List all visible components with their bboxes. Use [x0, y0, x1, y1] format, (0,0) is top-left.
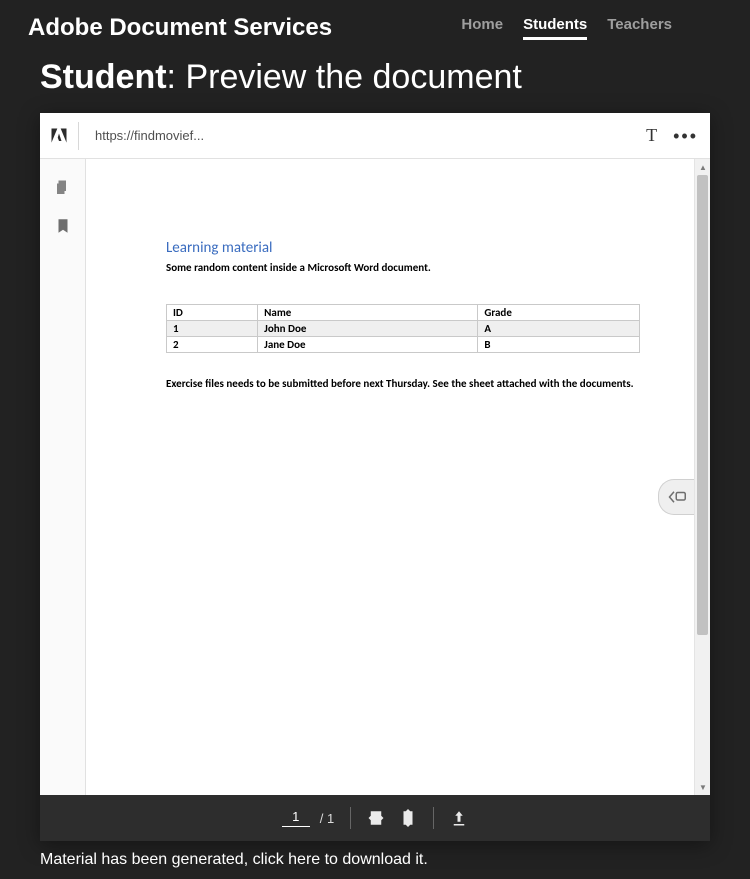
nav-teachers[interactable]: Teachers [607, 16, 672, 40]
doc-footer-text: Exercise files needs to be submitted bef… [166, 375, 640, 393]
document-url: https://findmovief... [95, 128, 204, 143]
table-cell: Jane Doe [258, 337, 478, 353]
nav-home[interactable]: Home [461, 16, 503, 40]
table-row: 2 Jane Doe B [167, 337, 640, 353]
download-link[interactable]: Material has been generated, click here … [0, 841, 750, 879]
viewer-toolbar: https://findmovief... T ••• [40, 113, 710, 159]
hud-divider [433, 807, 434, 829]
left-rail [40, 159, 86, 795]
table-cell: John Doe [258, 321, 478, 337]
brand-title: Adobe Document Services [28, 14, 332, 42]
pdf-viewer: https://findmovief... T ••• Learning mat… [40, 113, 710, 841]
table-header-cell: Name [258, 305, 478, 321]
table-cell: A [478, 321, 640, 337]
table-cell: 2 [167, 337, 258, 353]
fit-page-icon[interactable] [399, 809, 417, 827]
nav-students[interactable]: Students [523, 16, 587, 40]
page-title-bold: Student [40, 58, 167, 96]
comment-panel-toggle[interactable] [658, 479, 694, 515]
upload-icon[interactable] [450, 809, 468, 827]
scrollbar[interactable]: ▲ ▼ [694, 159, 710, 795]
page-hud: / 1 [40, 795, 710, 841]
main-nav: Home Students Teachers [461, 16, 672, 40]
document-page: Learning material Some random content in… [86, 159, 710, 795]
doc-intro: Some random content inside a Microsoft W… [166, 261, 640, 274]
scrollbar-thumb[interactable] [697, 175, 708, 635]
fit-width-icon[interactable] [367, 809, 385, 827]
page-title-rest: : Preview the document [167, 58, 522, 96]
doc-table: ID Name Grade 1 John Doe A 2 [166, 304, 640, 353]
table-header-cell: ID [167, 305, 258, 321]
page-total: / 1 [320, 811, 334, 826]
page-title: Student: Preview the document [0, 54, 750, 113]
table-header-row: ID Name Grade [167, 305, 640, 321]
bookmark-icon[interactable] [54, 217, 72, 235]
hud-divider [350, 807, 351, 829]
viewer-body: Learning material Some random content in… [40, 159, 710, 795]
more-options-icon[interactable]: ••• [673, 127, 698, 145]
table-row: 1 John Doe A [167, 321, 640, 337]
doc-heading: Learning material [166, 239, 640, 257]
table-header-cell: Grade [478, 305, 640, 321]
adobe-logo-icon [48, 125, 70, 147]
table-cell: B [478, 337, 640, 353]
toolbar-divider [78, 122, 79, 150]
scroll-down-icon[interactable]: ▼ [695, 779, 710, 795]
top-nav-bar: Adobe Document Services Home Students Te… [0, 0, 750, 54]
scroll-up-icon[interactable]: ▲ [695, 159, 710, 175]
document-scroll-area[interactable]: Learning material Some random content in… [86, 159, 710, 795]
page-number-input[interactable] [282, 809, 310, 827]
table-cell: 1 [167, 321, 258, 337]
text-tool-icon[interactable]: T [646, 125, 657, 146]
thumbnails-icon[interactable] [54, 179, 72, 197]
